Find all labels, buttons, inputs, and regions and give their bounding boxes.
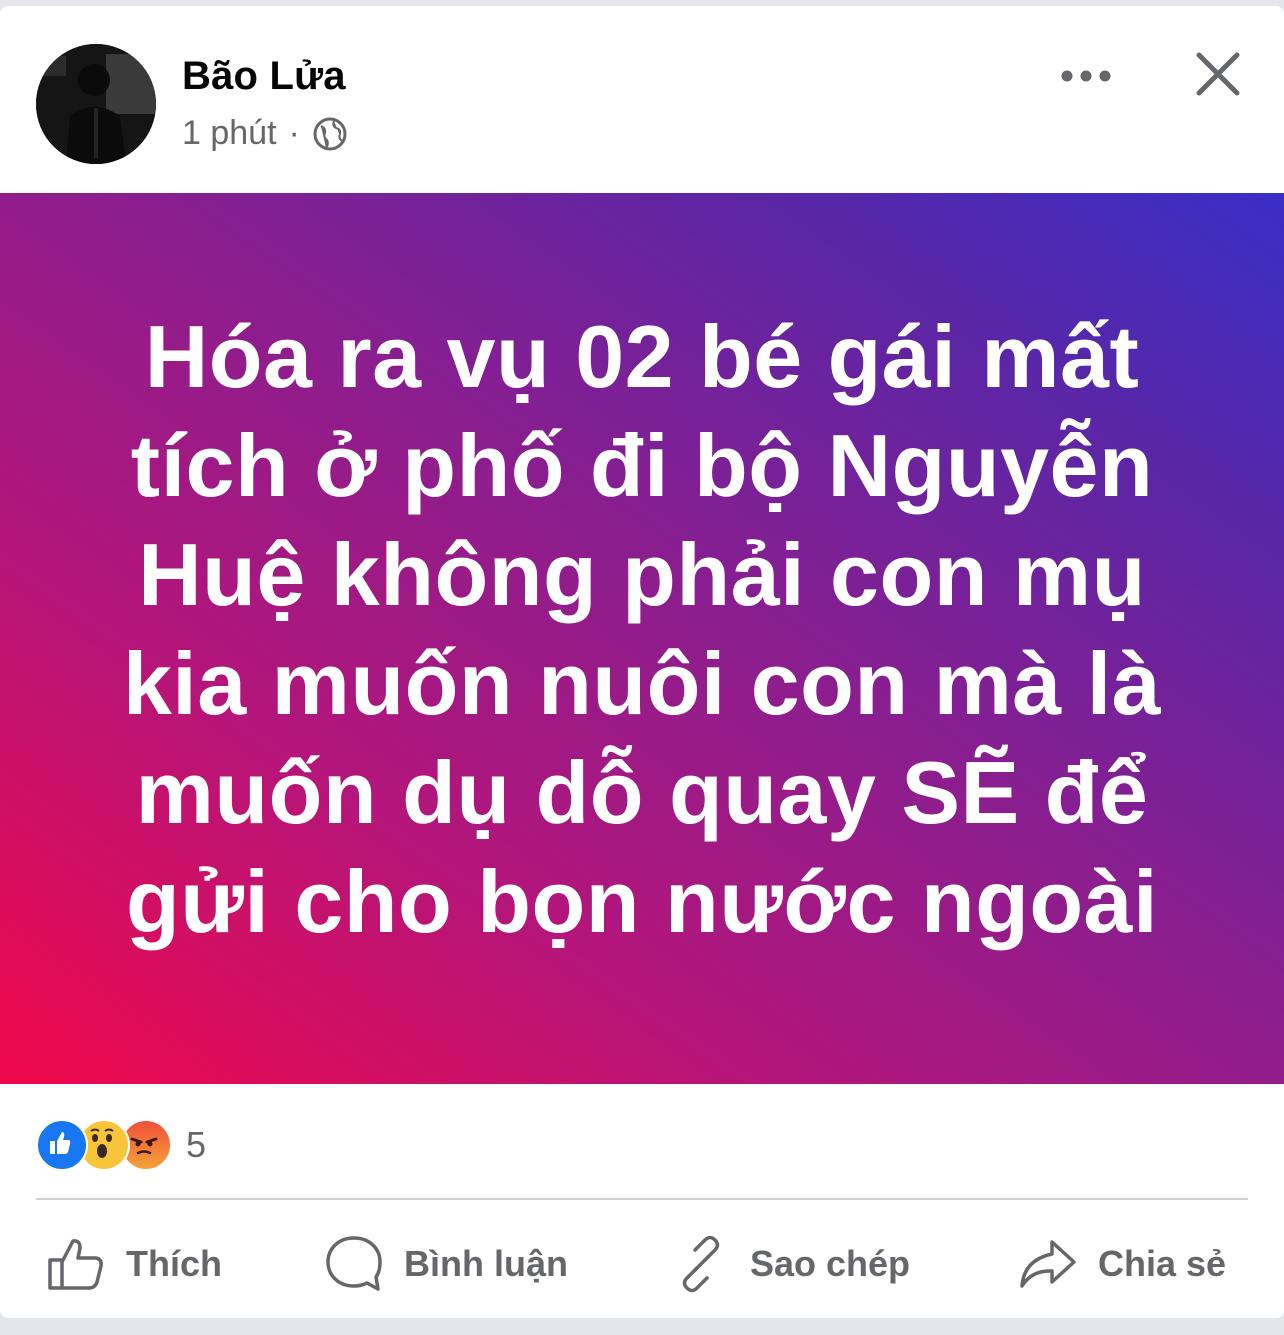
close-button[interactable] (1184, 42, 1252, 110)
comment-label: Bình luận (404, 1243, 568, 1284)
more-options-button[interactable] (1050, 50, 1122, 106)
link-icon (672, 1235, 730, 1293)
share-arrow-icon (1018, 1238, 1078, 1290)
copy-label: Sao chép (750, 1243, 911, 1284)
like-label: Thích (126, 1243, 222, 1284)
post-text: Hóa ra vụ 02 bé gái mất tích ở phố đi bộ… (122, 306, 1162, 951)
reaction-count: 5 (186, 1124, 207, 1165)
globe-icon (312, 116, 348, 152)
post-card: Bão Lửa 1 phút · Hóa ra vụ 02 bé gái mất… (0, 6, 1284, 1318)
avatar[interactable] (36, 44, 156, 164)
like-button[interactable]: Thích (46, 1224, 222, 1304)
post-meta: 1 phút · (182, 114, 348, 153)
post-background: Hóa ra vụ 02 bé gái mất tích ở phố đi bộ… (0, 193, 1284, 1084)
like-reaction-icon (36, 1119, 88, 1171)
meta-separator: · (288, 114, 300, 152)
post-time[interactable]: 1 phút (182, 114, 277, 153)
comment-bubble-icon (324, 1234, 384, 1294)
copy-link-button[interactable]: Sao chép (672, 1224, 910, 1304)
comment-button[interactable]: Bình luận (324, 1224, 568, 1304)
close-icon (1195, 51, 1241, 102)
divider (36, 1198, 1248, 1200)
action-bar: Thích Bình luận Sao chép Chia sẻ (0, 1224, 1284, 1304)
share-button[interactable]: Chia sẻ (1018, 1224, 1226, 1304)
share-label: Chia sẻ (1098, 1243, 1227, 1284)
reaction-summary[interactable]: 5 (36, 1119, 207, 1171)
more-dots-icon (1061, 69, 1111, 87)
thumbs-up-icon (46, 1236, 106, 1292)
author-name[interactable]: Bão Lửa (182, 54, 346, 99)
